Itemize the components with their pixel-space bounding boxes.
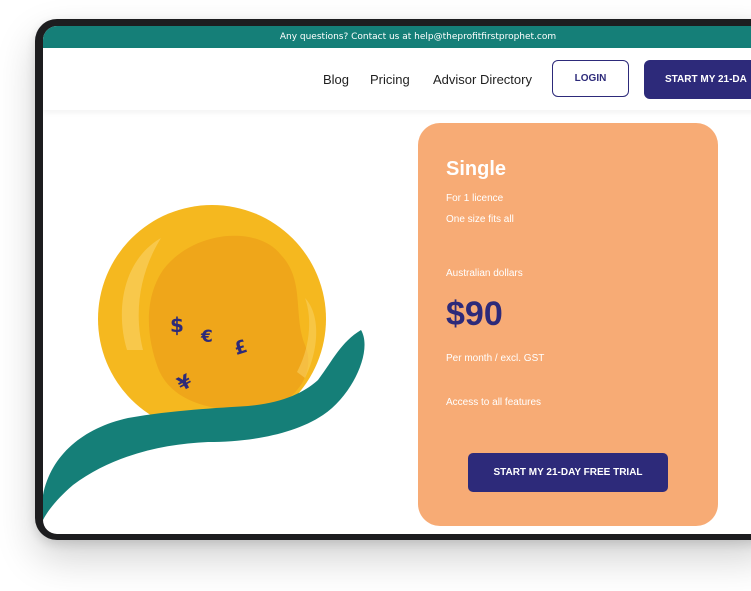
start-trial-card-button[interactable]: START MY 21-DAY FREE TRIAL [468, 453, 668, 492]
plan-name: Single [446, 158, 507, 180]
contact-banner-text: Any questions? Contact us at help@thepro… [279, 32, 557, 42]
coin-hand-illustration: $ € £ ¥ [43, 205, 365, 520]
nav-link-advisor-directory[interactable]: Advisor Directory [433, 72, 532, 87]
main-navigation: Blog Pricing Advisor Directory LOGIN STA… [43, 48, 751, 110]
plan-period: Per month / excl. GST [446, 353, 545, 364]
dollar-symbol: $ [170, 313, 184, 337]
contact-banner: Any questions? Contact us at help@thepro… [43, 26, 751, 48]
browser-screen: Any questions? Contact us at help@thepro… [43, 26, 751, 534]
pricing-card-single: Single For 1 licence One size fits all A… [418, 123, 718, 526]
start-trial-nav-button[interactable]: START MY 21-DA [644, 60, 751, 99]
plan-fit: One size fits all [446, 214, 514, 225]
plan-features: Access to all features [446, 397, 542, 408]
nav-link-blog[interactable]: Blog [323, 72, 349, 87]
login-button-label: LOGIN [574, 73, 607, 84]
login-button[interactable]: LOGIN [552, 60, 629, 97]
plan-price: $90 [446, 295, 503, 333]
plan-currency: Australian dollars [446, 268, 523, 279]
euro-symbol: € [200, 327, 213, 347]
nav-link-pricing[interactable]: Pricing [370, 72, 410, 87]
start-trial-nav-label: START MY 21-DA [665, 74, 747, 85]
start-trial-card-label: START MY 21-DAY FREE TRIAL [493, 467, 643, 478]
plan-licence-count: For 1 licence [446, 193, 504, 204]
